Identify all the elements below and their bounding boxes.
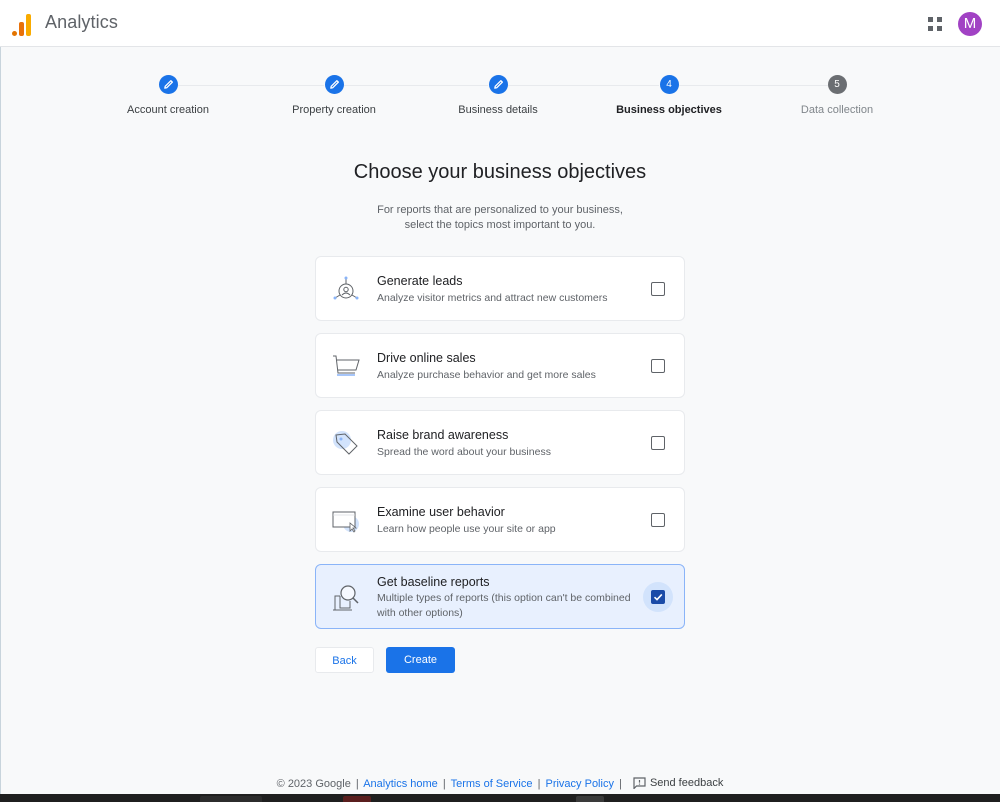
step-number-badge: 5 (827, 75, 847, 94)
screen-cursor-icon (332, 511, 359, 533)
footer-separator: | (355, 778, 359, 790)
step-label: Business details (458, 104, 538, 116)
objective-card-drive-online-sales[interactable]: Drive online sales Analyze purchase beha… (315, 333, 685, 398)
objective-checkbox-checked[interactable] (651, 590, 665, 604)
step-label: Account creation (127, 104, 209, 116)
taskbar-item[interactable] (343, 796, 371, 802)
pencil-icon (329, 80, 339, 89)
footer-separator: | (537, 778, 541, 790)
step-business-details[interactable]: Business details (413, 75, 583, 116)
step-account-creation[interactable]: Account creation (83, 75, 253, 116)
analytics-logo-icon[interactable] (11, 12, 33, 36)
subtitle-line: For reports that are personalized to you… (377, 204, 623, 216)
footer-separator: | (442, 778, 446, 790)
step-circle-done (324, 75, 344, 94)
taskbar-item[interactable] (200, 796, 262, 802)
objective-checkbox[interactable] (651, 359, 665, 373)
cart-icon (333, 355, 360, 376)
page-subtitle: For reports that are personalized to you… (300, 203, 700, 233)
create-button[interactable]: Create (386, 647, 455, 673)
step-label: Business objectives (616, 104, 722, 116)
top-app-bar: Analytics M (0, 0, 1000, 47)
objective-description: Analyze purchase behavior and get more s… (377, 369, 596, 381)
pencil-icon (493, 80, 503, 89)
step-property-creation[interactable]: Property creation (249, 75, 419, 116)
objective-card-get-baseline-reports[interactable]: Get baseline reports Multiple types of r… (315, 564, 685, 629)
objective-description: Multiple types of reports (this option c… (377, 592, 631, 619)
step-label: Data collection (800, 104, 874, 116)
analytics-home-link[interactable]: Analytics home (363, 778, 438, 790)
subtitle-line: select the topics most important to you. (404, 219, 596, 231)
terms-of-service-link[interactable]: Terms of Service (451, 778, 533, 790)
os-taskbar (0, 794, 1000, 802)
leads-icon (333, 276, 359, 300)
step-data-collection: 5 Data collection (752, 75, 922, 116)
taskbar-item[interactable] (576, 796, 604, 802)
page-title: Choose your business objectives (353, 161, 647, 183)
account-avatar[interactable]: M (958, 12, 982, 36)
objective-title: Generate leads (377, 274, 463, 288)
objective-card-generate-leads[interactable]: Generate leads Analyze visitor metrics a… (315, 256, 685, 321)
objective-description: Analyze visitor metrics and attract new … (377, 292, 608, 304)
step-number-badge: 4 (659, 75, 679, 94)
tag-icon (333, 431, 358, 455)
feedback-icon (633, 777, 646, 789)
objective-title: Get baseline reports (377, 575, 490, 589)
app-title: Analytics (45, 12, 118, 32)
step-label: Property creation (292, 104, 376, 116)
magnifier-report-icon (333, 585, 359, 611)
setup-stepper: Account creation Property creation Busin… (0, 75, 1000, 125)
privacy-policy-link[interactable]: Privacy Policy (545, 778, 613, 790)
objective-title: Examine user behavior (377, 505, 505, 519)
page-footer: © 2023 Google | Analytics home | Terms o… (0, 775, 1000, 790)
back-button[interactable]: Back (315, 647, 374, 673)
objective-card-examine-user-behavior[interactable]: Examine user behavior Learn how people u… (315, 487, 685, 552)
objective-description: Spread the word about your business (377, 446, 551, 458)
step-circle-done (488, 75, 508, 94)
checkmark-icon (653, 593, 663, 601)
objective-title: Raise brand awareness (377, 428, 509, 442)
copyright-text: © 2023 Google (276, 778, 351, 790)
objective-checkbox[interactable] (651, 282, 665, 296)
objective-card-raise-brand-awareness[interactable]: Raise brand awareness Spread the word ab… (315, 410, 685, 475)
send-feedback-button[interactable]: Send feedback (633, 777, 723, 789)
step-business-objectives: 4 Business objectives (584, 75, 754, 116)
pencil-icon (163, 80, 173, 89)
objective-checkbox[interactable] (651, 513, 665, 527)
step-circle-done (158, 75, 178, 94)
objective-checkbox[interactable] (651, 436, 665, 450)
apps-grid-icon[interactable] (928, 17, 942, 31)
objective-description: Learn how people use your site or app (377, 523, 556, 535)
objective-title: Drive online sales (377, 351, 476, 365)
footer-separator: | (619, 778, 622, 790)
send-feedback-label: Send feedback (649, 777, 724, 789)
